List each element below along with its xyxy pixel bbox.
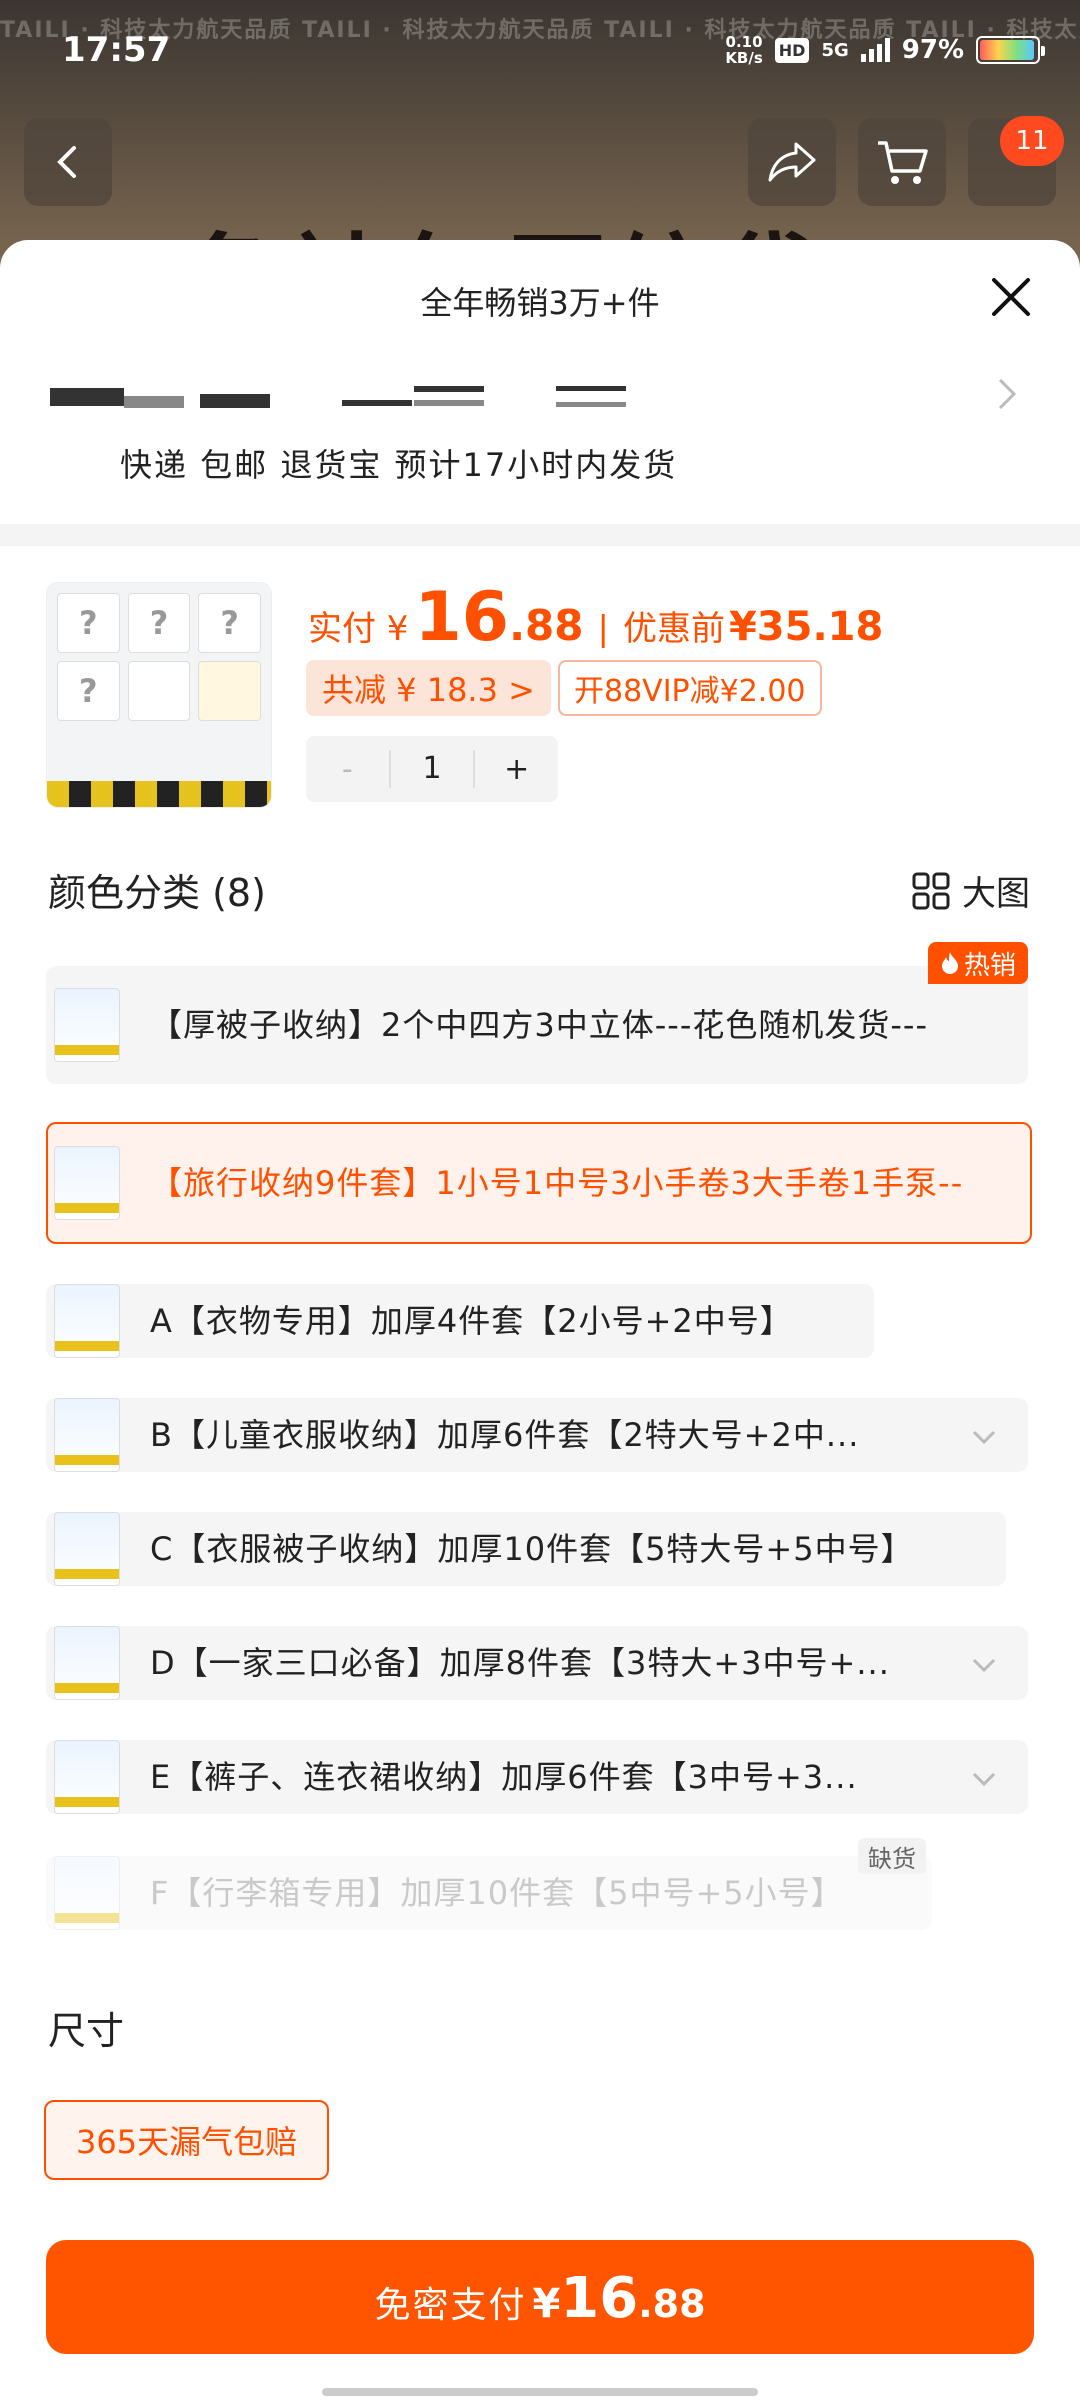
network-type: 5G — [821, 39, 849, 61]
thumbnail-cell: ? — [198, 593, 261, 653]
redacted-text — [200, 394, 270, 408]
option-label: A【衣物专用】加厚4件套【2小号+2中号】 — [150, 1302, 793, 1340]
battery-icon — [976, 36, 1045, 64]
status-bar: 17:57 0.10 KB/s HD 5G 97% — [0, 0, 1080, 96]
color-option-selected[interactable]: 【旅行收纳9件套】1小号1中号3小手卷3大手卷1手泵-- — [46, 1122, 1032, 1244]
redacted-text — [342, 400, 412, 406]
option-label: 【厚被子收纳】2个中四方3中立体---花色随机发货--- — [150, 1006, 929, 1044]
pay-button-label: 免密支付 — [374, 2285, 527, 2326]
chevron-down-icon[interactable] — [970, 1766, 998, 1790]
flame-icon — [941, 952, 958, 974]
close-icon — [992, 278, 1030, 316]
pay-amount-decimal: .88 — [638, 2282, 706, 2326]
quantity-input[interactable]: 1 — [388, 750, 476, 788]
option-image — [54, 1146, 120, 1220]
hot-sale-badge: 热销 — [927, 942, 1028, 984]
thumbnail-cell — [127, 661, 191, 721]
thumbnail-cell: ? — [57, 661, 120, 721]
option-image — [54, 988, 120, 1062]
option-image — [54, 1856, 120, 1930]
option-label: E【裤子、连衣裙收纳】加厚6件套【3中号+3... — [150, 1758, 858, 1796]
option-image — [54, 1740, 120, 1814]
color-option[interactable]: A【衣物专用】加厚4件套【2小号+2中号】 — [46, 1284, 874, 1358]
quantity-stepper: - 1 + — [306, 736, 558, 802]
home-indicator[interactable] — [322, 2388, 758, 2396]
share-icon — [768, 142, 816, 182]
redacted-text — [50, 388, 124, 406]
close-button[interactable] — [986, 272, 1036, 322]
address-row[interactable] — [50, 370, 1030, 430]
option-image — [54, 1626, 120, 1700]
chevron-down-icon[interactable] — [970, 1424, 998, 1448]
cart-icon — [878, 141, 928, 184]
vip-discount-button[interactable]: 开88VIP减¥2.00 — [558, 660, 822, 716]
size-section-title: 尺寸 — [48, 2009, 125, 2053]
quantity-increase-button[interactable]: + — [475, 752, 558, 787]
thumbnail-cell: ? — [57, 593, 120, 653]
option-label: B【儿童衣服收纳】加厚6件套【2特大号+2中... — [150, 1416, 860, 1454]
back-arrow-icon — [57, 146, 76, 178]
status-time: 17:57 — [62, 30, 171, 70]
thumbnail-banner — [47, 781, 271, 807]
cart-count-badge: 11 — [1000, 116, 1064, 166]
color-option-out-of-stock: F【行李箱专用】加厚10件套【5中号+5小号】 — [46, 1856, 932, 1930]
big-view-label: 大图 — [962, 874, 1030, 914]
cart-button[interactable] — [858, 118, 946, 206]
thumbnail-cell: ? — [127, 593, 191, 653]
out-of-stock-badge: 缺货 — [858, 1838, 926, 1874]
color-option[interactable]: C【衣服被子收纳】加厚10件套【5特大号+5中号】 — [46, 1512, 1006, 1586]
redacted-text — [556, 402, 626, 407]
status-icons: 0.10 KB/s HD 5G 97% — [725, 33, 1045, 67]
network-speed: 0.10 KB/s — [725, 33, 763, 67]
color-section-title: 颜色分类 (8) — [48, 871, 266, 915]
back-button[interactable] — [24, 118, 112, 206]
share-button[interactable] — [748, 118, 836, 206]
product-thumbnail[interactable]: ? ? ? ? — [46, 582, 272, 808]
big-view-toggle[interactable]: 大图 — [912, 866, 1030, 915]
color-option[interactable]: 【厚被子收纳】2个中四方3中立体---花色随机发货--- — [46, 966, 1028, 1084]
quantity-decrease-button[interactable]: - — [306, 752, 389, 787]
size-option-selected[interactable]: 365天漏气包赔 — [44, 2100, 330, 2180]
original-price-label: 优惠前 — [622, 609, 725, 649]
redacted-text — [414, 386, 484, 392]
pay-button[interactable]: 免密支付 ¥ 16 .88 — [46, 2240, 1034, 2354]
original-price: ¥35.18 — [728, 604, 884, 650]
pay-currency: ¥ — [532, 2281, 561, 2327]
redacted-text — [124, 396, 184, 408]
color-option[interactable]: B【儿童衣服收纳】加厚6件套【2特大号+2中... — [46, 1398, 1028, 1472]
sheet-title: 全年畅销3万+件 — [420, 284, 660, 322]
pay-amount-integer: 16 — [560, 2266, 639, 2331]
redacted-text — [414, 400, 484, 406]
thumbnail-cell — [198, 661, 261, 721]
section-divider — [0, 524, 1080, 546]
grid-icon — [912, 872, 950, 909]
price-row: 实付 ¥ 16 .88 | 优惠前 ¥35.18 — [308, 578, 883, 657]
chevron-down-icon[interactable] — [970, 1652, 998, 1676]
price-label: 实付 ¥ — [308, 609, 409, 649]
chevron-right-icon — [998, 378, 1017, 410]
option-image — [54, 1512, 120, 1586]
redacted-text — [556, 386, 626, 391]
hd-icon: HD — [774, 37, 810, 63]
discount-detail-button[interactable]: 共减 ¥ 18.3 > — [306, 660, 551, 716]
color-option[interactable]: E【裤子、连衣裙收纳】加厚6件套【3中号+3... — [46, 1740, 1028, 1814]
option-label: C【衣服被子收纳】加厚10件套【5特大号+5中号】 — [150, 1530, 914, 1568]
price-separator: | — [597, 609, 609, 649]
option-label: D【一家三口必备】加厚8件套【3特大+3中号+... — [150, 1644, 890, 1682]
option-label: 【旅行收纳9件套】1小号1中号3小手卷3大手卷1手泵-- — [150, 1164, 964, 1202]
signal-icon — [860, 38, 890, 62]
battery-percent: 97% — [901, 35, 964, 65]
option-image — [54, 1398, 120, 1472]
price-decimal: .88 — [509, 601, 584, 650]
sku-selector-sheet: 全年畅销3万+件 快递 包邮 退货宝 预计17小时内发货 ? ? ? ? 实付 … — [0, 240, 1080, 2400]
shipping-info: 快递 包邮 退货宝 预计17小时内发货 — [120, 446, 678, 484]
option-label: F【行李箱专用】加厚10件套【5中号+5小号】 — [150, 1874, 844, 1912]
color-option[interactable]: D【一家三口必备】加厚8件套【3特大+3中号+... — [46, 1626, 1028, 1700]
price-integer: 16 — [414, 578, 510, 657]
option-image — [54, 1284, 120, 1358]
